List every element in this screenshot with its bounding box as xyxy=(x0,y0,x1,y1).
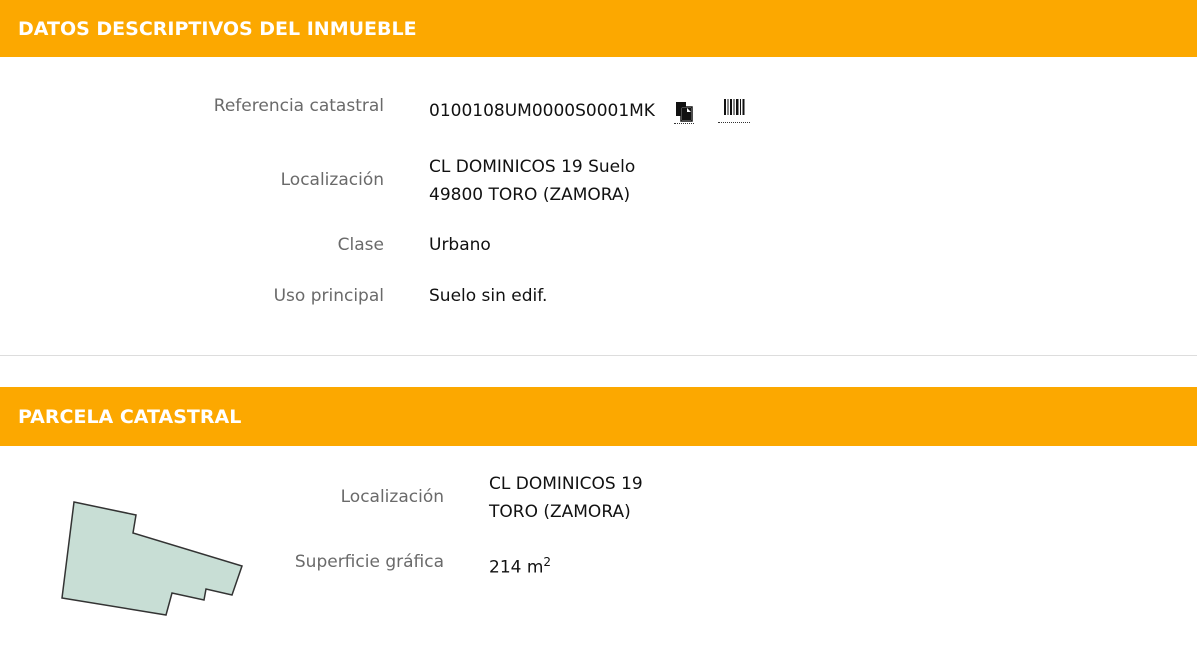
uso-principal-value: Suelo sin edif. xyxy=(429,286,548,306)
section-title: PARCELA CATASTRAL xyxy=(18,405,242,428)
copy-icon[interactable] xyxy=(674,101,694,124)
parcela-localizacion-label: Localización xyxy=(340,487,444,507)
parcela-localizacion-line1: CL DOMINICOS 19 xyxy=(489,474,643,494)
superficie-grafica-value: 214 m2 xyxy=(489,548,551,582)
section-title: DATOS DESCRIPTIVOS DEL INMUEBLE xyxy=(18,17,417,40)
referencia-catastral-value: 0100108UM0000S0001MK xyxy=(429,101,655,121)
uso-principal-label: Uso principal xyxy=(273,286,384,306)
localizacion-line1: CL DOMINICOS 19 Suelo xyxy=(429,157,636,177)
superficie-grafica-label: Superficie gráfica xyxy=(294,552,444,572)
referencia-catastral-label: Referencia catastral xyxy=(213,96,384,116)
localizacion-label: Localización xyxy=(280,170,384,190)
superficie-number: 214 m xyxy=(489,557,544,578)
barcode-icon[interactable] xyxy=(718,96,750,123)
section-divider xyxy=(0,355,1197,356)
clase-value: Urbano xyxy=(429,235,491,255)
clase-label: Clase xyxy=(337,235,384,255)
parcel-shape-image xyxy=(61,501,243,616)
page: DATOS DESCRIPTIVOS DEL INMUEBLE Referenc… xyxy=(0,0,1197,661)
section-header-parcela-catastral: PARCELA CATASTRAL xyxy=(0,387,1197,446)
section-header-datos-descriptivos: DATOS DESCRIPTIVOS DEL INMUEBLE xyxy=(0,0,1197,57)
superficie-unit-exponent: 2 xyxy=(543,555,552,569)
localizacion-line2: 49800 TORO (ZAMORA) xyxy=(429,185,631,205)
parcela-localizacion-line2: TORO (ZAMORA) xyxy=(489,502,631,522)
